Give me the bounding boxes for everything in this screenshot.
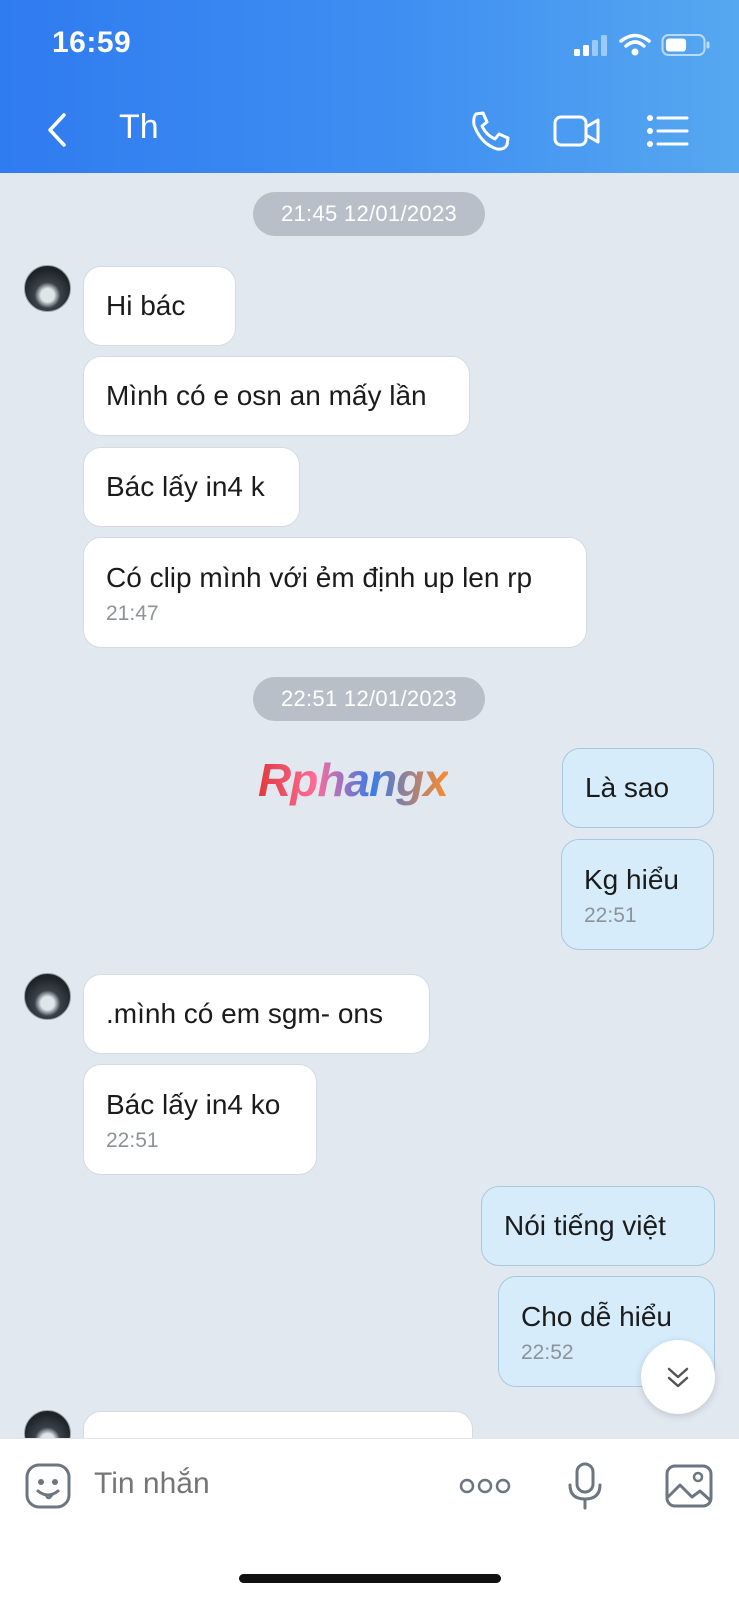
chat-header: 16:59 Th bbox=[0, 0, 739, 173]
home-indicator bbox=[239, 1574, 501, 1583]
message-input[interactable] bbox=[94, 1467, 434, 1501]
incoming-message[interactable]: Có clip mình với ẻm định up len rp 21:47 bbox=[83, 537, 587, 648]
incoming-message[interactable]: .mình có em sgm- ons bbox=[83, 974, 430, 1054]
signal-icon bbox=[574, 35, 607, 56]
date-separator: 21:45 12/01/2023 bbox=[253, 192, 485, 236]
image-gallery-icon[interactable] bbox=[664, 1461, 714, 1511]
back-icon[interactable] bbox=[38, 105, 78, 155]
message-text: .mình có em sgm- ons bbox=[106, 998, 383, 1029]
watermark: Rphangx bbox=[258, 754, 449, 806]
microphone-icon[interactable] bbox=[565, 1461, 605, 1511]
incoming-message[interactable]: Bác lấy in4 ko 22:51 bbox=[83, 1064, 317, 1175]
message-text: Là sao bbox=[585, 772, 670, 803]
message-time: 22:51 bbox=[584, 903, 637, 927]
message-text: Bác lấy in4 ko bbox=[106, 1088, 281, 1120]
message-time: 21:47 bbox=[106, 601, 159, 625]
message-list[interactable]: 21:45 12/01/2023 Hi bác Mình có e osn an… bbox=[0, 173, 739, 1438]
status-icons bbox=[573, 30, 711, 60]
scroll-to-bottom-button[interactable] bbox=[641, 1340, 715, 1414]
incoming-message[interactable]: Hi bác bbox=[83, 266, 236, 346]
double-chevron-down-icon bbox=[667, 1367, 689, 1388]
message-text: Kg hiểu bbox=[584, 863, 679, 895]
sticker-icon[interactable] bbox=[24, 1461, 72, 1511]
outgoing-message[interactable]: Kg hiểu 22:51 bbox=[561, 839, 714, 950]
battery-icon bbox=[661, 34, 710, 56]
status-time: 16:59 bbox=[52, 26, 132, 59]
avatar[interactable] bbox=[24, 265, 71, 312]
incoming-message[interactable]: Mình có e osn an mấy lần bbox=[83, 356, 470, 436]
avatar[interactable] bbox=[24, 973, 71, 1020]
video-call-icon[interactable] bbox=[552, 108, 602, 154]
wifi-icon bbox=[619, 33, 651, 56]
outgoing-message[interactable]: Là sao bbox=[562, 748, 714, 828]
incoming-message[interactable] bbox=[83, 1411, 473, 1438]
menu-list-icon[interactable] bbox=[643, 108, 693, 154]
more-options-icon[interactable] bbox=[455, 1461, 515, 1511]
message-text: Cho dễ hiểu bbox=[521, 1300, 673, 1332]
message-text: Mình có e osn an mấy lần bbox=[106, 380, 427, 411]
message-text: Nói tiếng việt bbox=[504, 1210, 666, 1241]
message-text: Có clip mình với ẻm định up len rp bbox=[106, 561, 533, 593]
message-text: Bác lấy in4 k bbox=[106, 471, 265, 502]
contact-name[interactable]: Th bbox=[119, 108, 159, 147]
message-text: Hi bác bbox=[106, 290, 186, 321]
date-separator: 22:51 12/01/2023 bbox=[253, 677, 485, 721]
avatar[interactable] bbox=[24, 1410, 71, 1438]
phone-call-icon[interactable] bbox=[466, 108, 516, 154]
message-time: 22:51 bbox=[106, 1128, 159, 1152]
outgoing-message[interactable]: Nói tiếng việt bbox=[481, 1186, 715, 1266]
incoming-message[interactable]: Bác lấy in4 k bbox=[83, 447, 300, 527]
